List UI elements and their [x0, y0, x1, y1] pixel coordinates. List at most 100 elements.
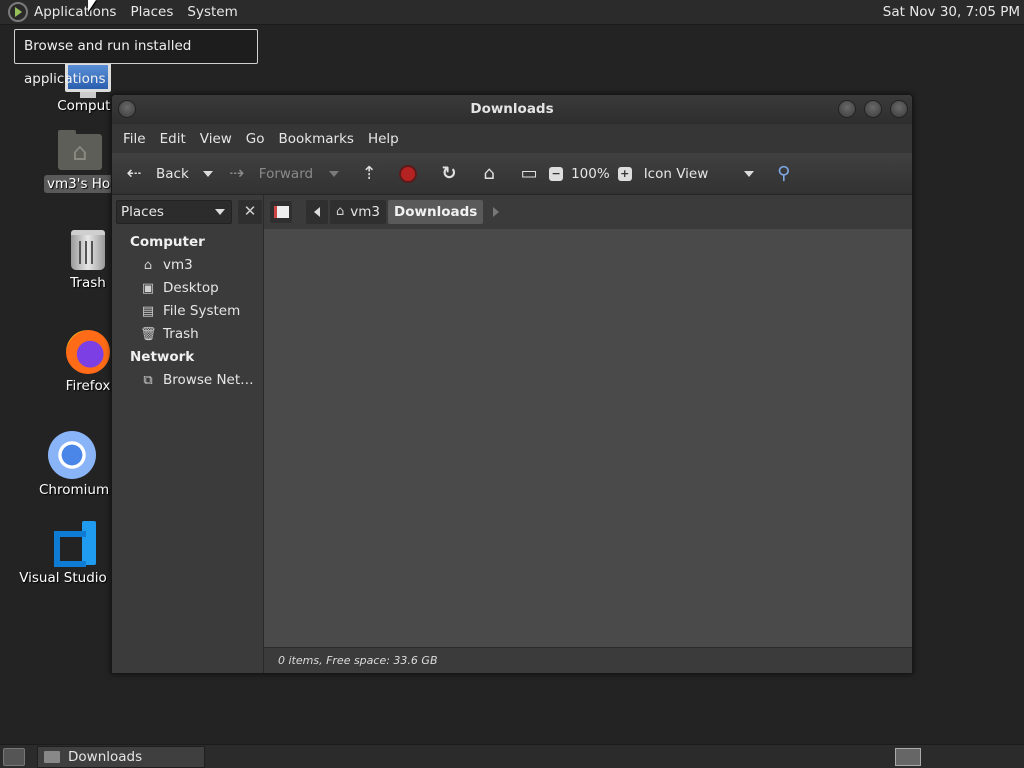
sidebar-selector[interactable]: Places	[116, 200, 232, 224]
sidebar-item-label: File System	[163, 303, 241, 319]
stop-button[interactable]	[399, 153, 418, 195]
applications-menu[interactable]: Applications	[0, 0, 123, 25]
drive-icon: ▤	[141, 303, 155, 319]
applications-tooltip: Browse and run installed applications	[14, 29, 258, 87]
zoom-level-label: 100%	[571, 165, 610, 182]
desktop-icon-chromium[interactable]: Chromium	[36, 431, 109, 499]
home-icon: ⌂	[143, 257, 153, 273]
content-pane: ⌂ vm3 Downloads 0 items, Free space: 33.…	[264, 195, 912, 673]
view-mode-label: Icon View	[643, 165, 709, 182]
top-panel: Applications Places System Sat Nov 30, 7…	[0, 0, 1024, 25]
path-scroll-left-button[interactable]	[306, 200, 328, 224]
file-manager-window: Downloads File Edit View Go Bookmarks He…	[111, 94, 913, 674]
stop-icon	[399, 164, 418, 183]
toolbar: ⇠ Back ⇢ Forward ⇡ ↻ ⌂ ▭ − 100% + Icon V…	[112, 153, 912, 195]
menubar: File Edit View Go Bookmarks Help	[112, 124, 912, 153]
bottom-panel: Downloads	[0, 744, 1024, 768]
up-arrow-icon: ⇡	[361, 163, 377, 184]
zoom-level[interactable]: 100%	[571, 153, 610, 195]
system-menu[interactable]: System	[180, 0, 244, 25]
taskbar-item-label: Downloads	[68, 748, 143, 765]
firefox-icon	[66, 330, 110, 374]
taskbar-item-downloads[interactable]: Downloads	[37, 745, 205, 768]
home-icon: ⌂	[336, 204, 345, 219]
chevron-down-icon	[743, 170, 754, 177]
menu-edit[interactable]: Edit	[153, 131, 193, 147]
workspace-switcher[interactable]	[895, 748, 921, 766]
location-edit-button[interactable]	[270, 201, 292, 223]
forward-button[interactable]: ⇢ Forward	[225, 153, 313, 195]
sidebar-item-label: Desktop	[163, 280, 219, 296]
window-menu-icon[interactable]	[118, 100, 136, 118]
file-view-area[interactable]	[264, 229, 912, 647]
sidebar-heading-computer: Computer	[130, 234, 205, 250]
places-menu[interactable]: Places	[123, 0, 180, 25]
forward-history-dropdown[interactable]	[329, 153, 340, 195]
mouse-cursor-icon	[88, 0, 96, 12]
breadcrumb-vm3[interactable]: ⌂ vm3	[330, 200, 386, 224]
main-area: Places ✕ Computer ⌂ vm3 ▣ Desktop ▤ File…	[112, 195, 912, 673]
home-folder-icon	[58, 130, 102, 170]
menu-bookmarks[interactable]: Bookmarks	[272, 131, 361, 147]
top-menu: Applications Places System	[0, 0, 245, 25]
reload-button[interactable]: ↻	[437, 153, 461, 195]
sidebar-item-trash[interactable]: 🗑 Trash	[112, 323, 263, 346]
back-button[interactable]: ⇠ Back	[122, 153, 189, 195]
folder-icon	[44, 750, 60, 763]
sidebar-item-file-system[interactable]: ▤ File System	[112, 300, 263, 323]
sidebar-selector-label: Places	[121, 204, 164, 220]
status-bar: 0 items, Free space: 33.6 GB	[264, 647, 912, 673]
close-sidebar-button[interactable]: ✕	[238, 200, 262, 224]
search-button[interactable]: ⚲	[772, 153, 796, 195]
home-button[interactable]: ⌂	[477, 153, 501, 195]
menu-help[interactable]: Help	[361, 131, 406, 147]
window-titlebar[interactable]: Downloads	[112, 95, 912, 124]
desktop-icon-label: Firefox	[65, 378, 111, 394]
up-button[interactable]: ⇡	[357, 153, 381, 195]
computer-button[interactable]: ▭	[517, 153, 541, 195]
menu-view[interactable]: View	[193, 131, 239, 147]
zoom-out-button[interactable]: −	[549, 153, 564, 195]
sidebar-item-browse-network[interactable]: ⧉ Browse Net…	[112, 369, 263, 392]
places-list: Computer ⌂ vm3 ▣ Desktop ▤ File System 🗑…	[112, 229, 263, 392]
applications-menu-label: Applications	[34, 3, 117, 20]
chevron-down-icon	[329, 170, 340, 177]
trash-icon: 🗑	[140, 326, 157, 342]
vscode-icon	[52, 521, 96, 565]
menu-file[interactable]: File	[116, 131, 153, 147]
window-title: Downloads	[470, 101, 554, 117]
breadcrumb-label: Downloads	[394, 204, 478, 220]
back-arrow-icon: ⇠	[126, 163, 142, 184]
applications-logo-icon	[8, 2, 28, 22]
zoom-in-button[interactable]: +	[617, 153, 632, 195]
desktop-icon-label: Chromium	[39, 482, 110, 498]
back-label: Back	[156, 165, 189, 182]
maximize-icon[interactable]	[864, 100, 882, 118]
close-icon[interactable]	[890, 100, 908, 118]
network-icon: ⧉	[143, 372, 153, 388]
home-icon: ⌂	[483, 163, 495, 184]
view-mode-select[interactable]: Icon View	[644, 153, 754, 195]
clock[interactable]: Sat Nov 30, 7:05 PM	[883, 0, 1020, 25]
computer-icon: ▭	[520, 163, 538, 184]
chevron-down-icon	[215, 209, 225, 215]
zoom-in-icon: +	[617, 166, 632, 181]
sidebar-item-label: Browse Net…	[163, 372, 254, 388]
sidebar-header: Places ✕	[112, 195, 263, 229]
forward-arrow-icon: ⇢	[229, 163, 245, 184]
back-history-dropdown[interactable]	[202, 153, 213, 195]
desktop-icon-home[interactable]: vm3's Hon	[44, 130, 122, 193]
path-scroll-right-button[interactable]	[493, 207, 500, 217]
sidebar-item-vm3[interactable]: ⌂ vm3	[112, 254, 263, 277]
menu-go[interactable]: Go	[239, 131, 272, 147]
desktop-folder-icon: ▣	[141, 280, 155, 296]
show-desktop-button[interactable]	[3, 747, 25, 766]
search-icon: ⚲	[777, 163, 791, 184]
sidebar-item-label: Trash	[163, 326, 199, 342]
chevron-down-icon	[202, 170, 213, 177]
breadcrumb-downloads[interactable]: Downloads	[388, 200, 484, 224]
minimize-icon[interactable]	[838, 100, 856, 118]
sidebar-heading-network: Network	[130, 349, 195, 365]
sidebar: Places ✕ Computer ⌂ vm3 ▣ Desktop ▤ File…	[112, 195, 264, 673]
sidebar-item-desktop[interactable]: ▣ Desktop	[112, 277, 263, 300]
